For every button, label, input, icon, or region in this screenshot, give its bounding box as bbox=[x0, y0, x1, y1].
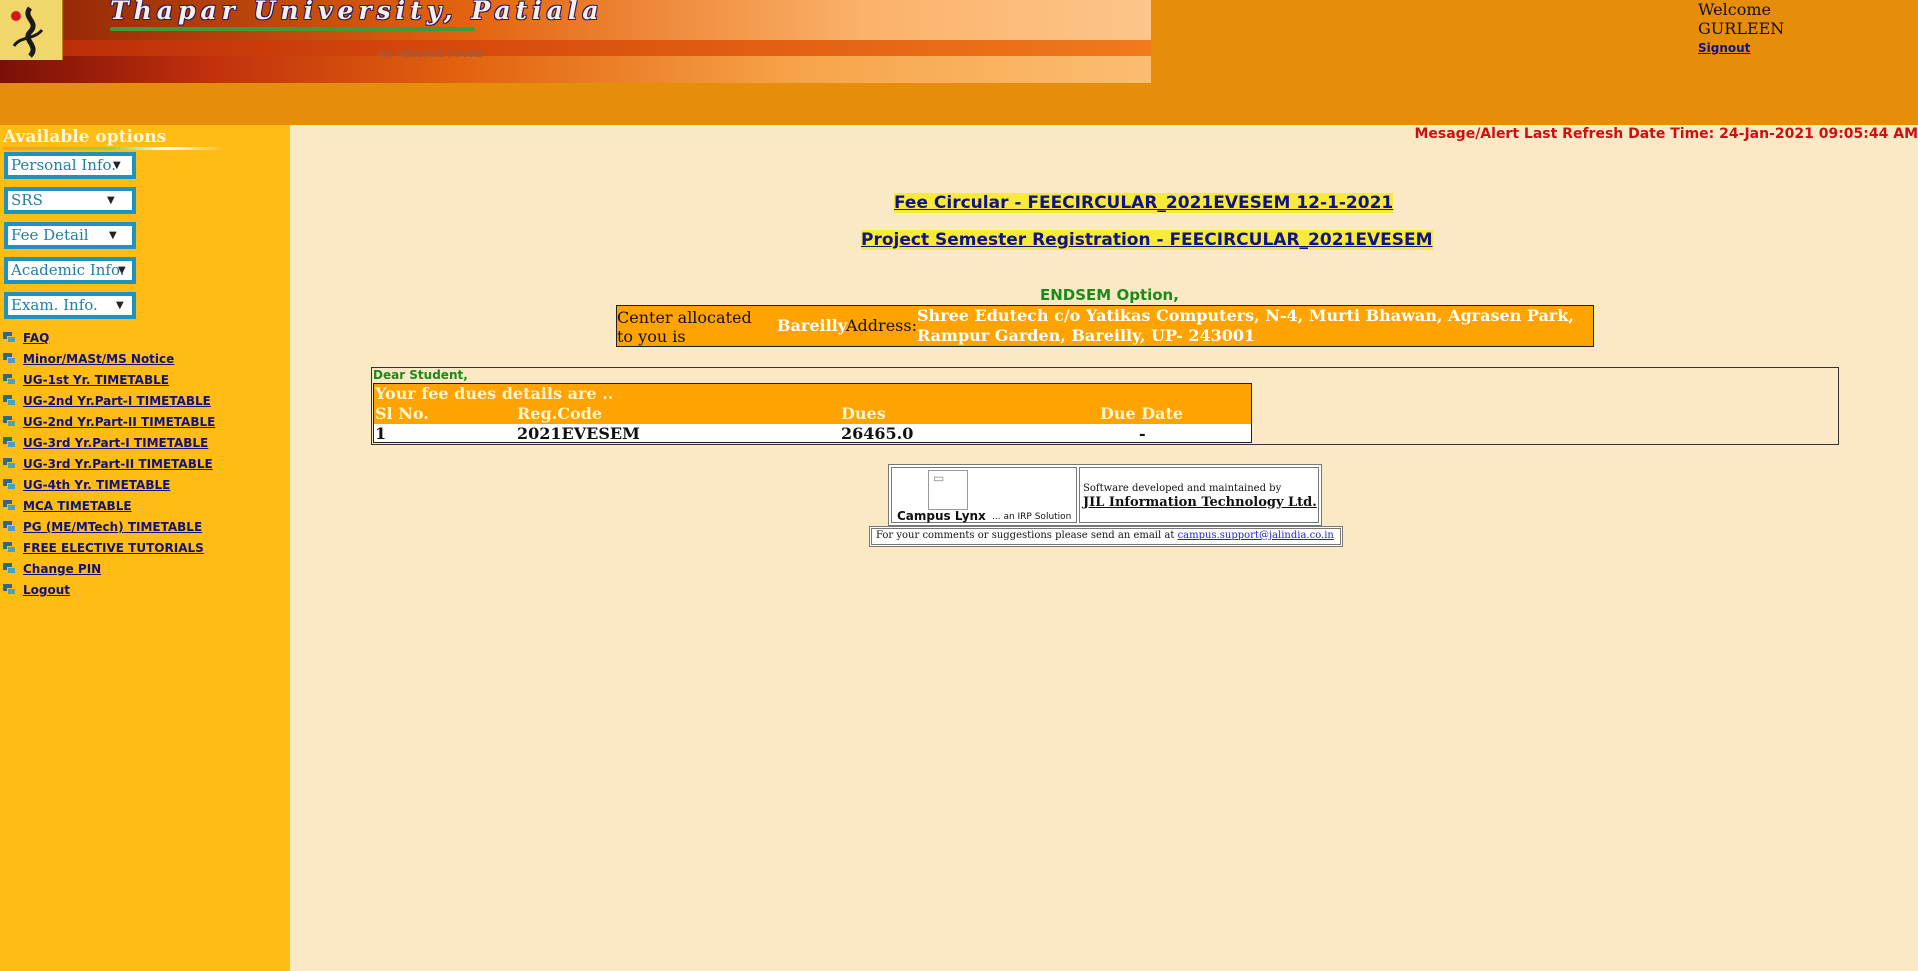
support-email-link[interactable]: campus.support@jalindia.co.in bbox=[1178, 530, 1334, 541]
feedback-text: For your comments or suggestions please … bbox=[876, 530, 1334, 541]
sidebar-link[interactable]: UG-2nd Yr.Part-I TIMETABLE bbox=[23, 394, 211, 408]
university-banner: Thapar University, Patiala NO MESSAGE FO… bbox=[0, 0, 1151, 83]
menu-label: SRS bbox=[11, 191, 43, 209]
menu-academic-info[interactable]: Academic Info. ▼ bbox=[4, 257, 136, 284]
sidebar-link[interactable]: Change PIN bbox=[23, 562, 101, 576]
sidebar-link[interactable]: Logout bbox=[23, 583, 70, 597]
sidebar-link[interactable]: FREE ELECTIVE TUTORIALS bbox=[23, 541, 204, 555]
banner-green-line bbox=[110, 27, 475, 31]
column-header-due-date: Due Date bbox=[1100, 404, 1184, 423]
cell-sl-no: 1 bbox=[375, 424, 387, 443]
bullet-icon bbox=[3, 437, 16, 448]
product-tagline: ... an IRP Solution bbox=[992, 512, 1072, 522]
broken-image-icon bbox=[928, 470, 968, 510]
cell-reg-code: 2021EVESEM bbox=[517, 424, 640, 443]
fee-table-header: Your fee dues details are .. Sl No. Reg.… bbox=[374, 384, 1251, 424]
project-registration-link[interactable]: Project Semester Registration - FEECIRCU… bbox=[861, 230, 1433, 250]
bullet-icon bbox=[3, 458, 16, 469]
endsem-option-label: ENDSEM Option, bbox=[1040, 286, 1179, 304]
campus-lynx-cell: Campus Lynx ... an IRP Solution bbox=[891, 467, 1077, 523]
sidebar-link[interactable]: UG-4th Yr. TIMETABLE bbox=[23, 478, 170, 492]
bullet-icon bbox=[3, 353, 16, 364]
column-header-sl-no: Sl No. bbox=[375, 404, 429, 423]
sidebar-link[interactable]: PG (ME/MTech) TIMETABLE bbox=[23, 520, 202, 534]
sidebar-link[interactable]: FAQ bbox=[23, 331, 49, 345]
cell-dues: 26465.0 bbox=[841, 424, 914, 443]
dear-student-text: Dear Student, bbox=[373, 368, 468, 382]
chevron-down-icon: ▼ bbox=[118, 265, 126, 276]
university-logo-icon bbox=[0, 0, 63, 60]
column-header-reg-code: Reg.Code bbox=[517, 404, 603, 423]
center-label: Center allocated to you is bbox=[617, 308, 752, 346]
developer-cell: Software developed and maintained by JIL… bbox=[1079, 467, 1319, 523]
center-city: Bareilly bbox=[777, 316, 848, 335]
center-allocation-box: Center allocated to you is Bareilly Addr… bbox=[616, 305, 1594, 347]
welcome-block: Welcome GURLEEN bbox=[1698, 0, 1784, 38]
username: GURLEEN bbox=[1698, 19, 1785, 38]
fee-dues-panel: Dear Student, Your fee dues details are … bbox=[371, 367, 1839, 445]
chevron-down-icon: ▼ bbox=[109, 230, 117, 241]
menu-label: Academic Info. bbox=[11, 261, 125, 279]
sidebar-link[interactable]: UG-1st Yr. TIMETABLE bbox=[23, 373, 169, 387]
address-label: Address: bbox=[846, 316, 917, 335]
chevron-down-icon: ▼ bbox=[113, 160, 121, 171]
menu-exam-info[interactable]: Exam. Info. ▼ bbox=[4, 292, 136, 319]
bullet-icon bbox=[3, 416, 16, 427]
company-link[interactable]: JIL Information Technology Ltd. bbox=[1083, 495, 1317, 510]
fee-table-title: Your fee dues details are .. bbox=[375, 384, 614, 403]
developer-text: Software developed and maintained by bbox=[1083, 483, 1282, 494]
bullet-icon bbox=[3, 374, 16, 385]
sidebar-link[interactable]: UG-3rd Yr.Part-II TIMETABLE bbox=[23, 457, 213, 471]
sidebar: Available options Personal Info. ▼ SRS ▼… bbox=[0, 125, 290, 971]
menu-fee-detail[interactable]: Fee Detail ▼ bbox=[4, 222, 136, 249]
feedback-box: For your comments or suggestions please … bbox=[869, 526, 1343, 547]
university-name: Thapar University, Patiala bbox=[110, 0, 604, 25]
bullet-icon bbox=[3, 395, 16, 406]
sidebar-link[interactable]: MCA TIMETABLE bbox=[23, 499, 132, 513]
center-address: Shree Edutech c/o Yatikas Computers, N-4… bbox=[917, 306, 1574, 345]
fee-circular-link[interactable]: Fee Circular - FEECIRCULAR_2021EVESEM 12… bbox=[894, 193, 1394, 213]
feedback-label: For your comments or suggestions please … bbox=[876, 530, 1178, 541]
bullet-icon bbox=[3, 500, 16, 511]
sidebar-title: Available options bbox=[3, 127, 167, 147]
bullet-icon bbox=[3, 563, 16, 574]
cell-due-date: - bbox=[1139, 424, 1146, 443]
sidebar-title-underline bbox=[3, 147, 223, 150]
menu-label: Fee Detail bbox=[11, 226, 89, 244]
banner-stripe bbox=[0, 40, 1151, 56]
bullet-icon bbox=[3, 521, 16, 532]
signout-link[interactable]: Signout bbox=[1698, 41, 1750, 55]
no-message-text: NO MESSAGE FOUND bbox=[378, 50, 484, 60]
alert-refresh-time: Mesage/Alert Last Refresh Date Time: 24-… bbox=[1414, 126, 1918, 142]
footer-credits: Campus Lynx ... an IRP Solution Software… bbox=[888, 464, 1322, 526]
header-bar: Thapar University, Patiala NO MESSAGE FO… bbox=[0, 0, 1918, 125]
fee-dues-table: Your fee dues details are .. Sl No. Reg.… bbox=[373, 383, 1252, 443]
menu-personal-info[interactable]: Personal Info. ▼ bbox=[4, 152, 136, 179]
chevron-down-icon: ▼ bbox=[107, 195, 115, 206]
menu-label: Exam. Info. bbox=[11, 296, 98, 314]
welcome-label: Welcome bbox=[1698, 0, 1771, 19]
bullet-icon bbox=[3, 332, 16, 343]
column-header-dues: Dues bbox=[841, 404, 886, 423]
product-name: Campus Lynx bbox=[897, 509, 986, 523]
sidebar-link[interactable]: Minor/MASt/MS Notice bbox=[23, 352, 174, 366]
menu-label: Personal Info. bbox=[11, 156, 117, 174]
chevron-down-icon: ▼ bbox=[116, 300, 124, 311]
bullet-icon bbox=[3, 542, 16, 553]
bullet-icon bbox=[3, 479, 16, 490]
sidebar-link[interactable]: UG-2nd Yr.Part-II TIMETABLE bbox=[23, 415, 215, 429]
sidebar-link[interactable]: UG-3rd Yr.Part-I TIMETABLE bbox=[23, 436, 208, 450]
menu-srs[interactable]: SRS ▼ bbox=[4, 187, 136, 214]
bullet-icon bbox=[3, 584, 16, 595]
